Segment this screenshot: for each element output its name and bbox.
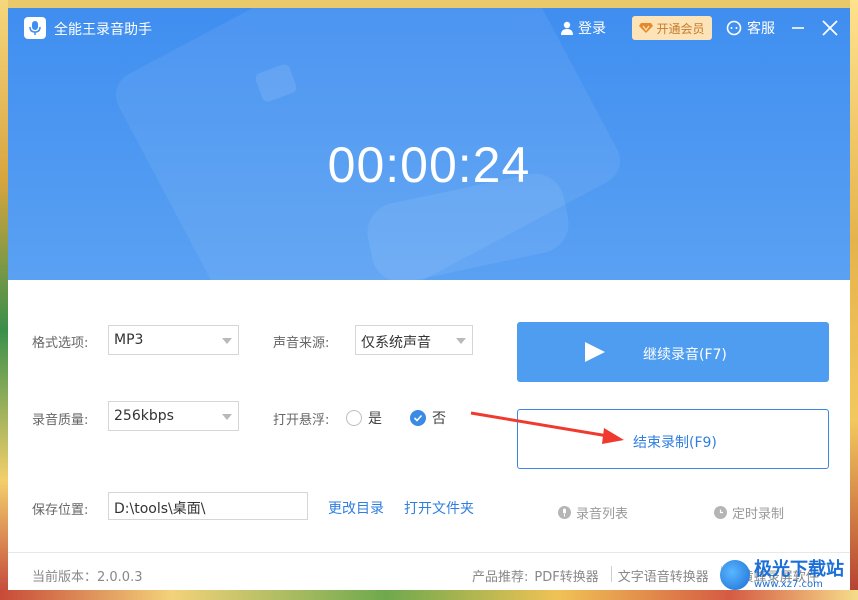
- recommend-label: 产品推荐:: [472, 570, 529, 585]
- watermark-name: 极光下载站: [754, 558, 844, 580]
- footer-divider: [8, 552, 850, 553]
- watermark-logo-icon: [720, 560, 750, 590]
- watermark-url: www.xz7.com: [754, 578, 823, 590]
- version-text: 当前版本：2.0.0.3: [32, 570, 143, 585]
- separator: [610, 566, 612, 582]
- app-window: 全能王录音助手 登录 开通会员 客服 00:00:24 格式选项: MP3 声音…: [8, 8, 850, 590]
- annotation-arrow: [470, 411, 624, 444]
- pdf-converter-link[interactable]: PDF转换器: [534, 566, 598, 585]
- tts-converter-link[interactable]: 文字语音转换器: [618, 566, 709, 585]
- desktop-edge-bottom: [0, 590, 858, 600]
- watermark: 极光下载站 www.xz7.com: [720, 560, 844, 590]
- desktop-edge-left: [0, 0, 8, 600]
- desktop-edge-right: [850, 0, 858, 600]
